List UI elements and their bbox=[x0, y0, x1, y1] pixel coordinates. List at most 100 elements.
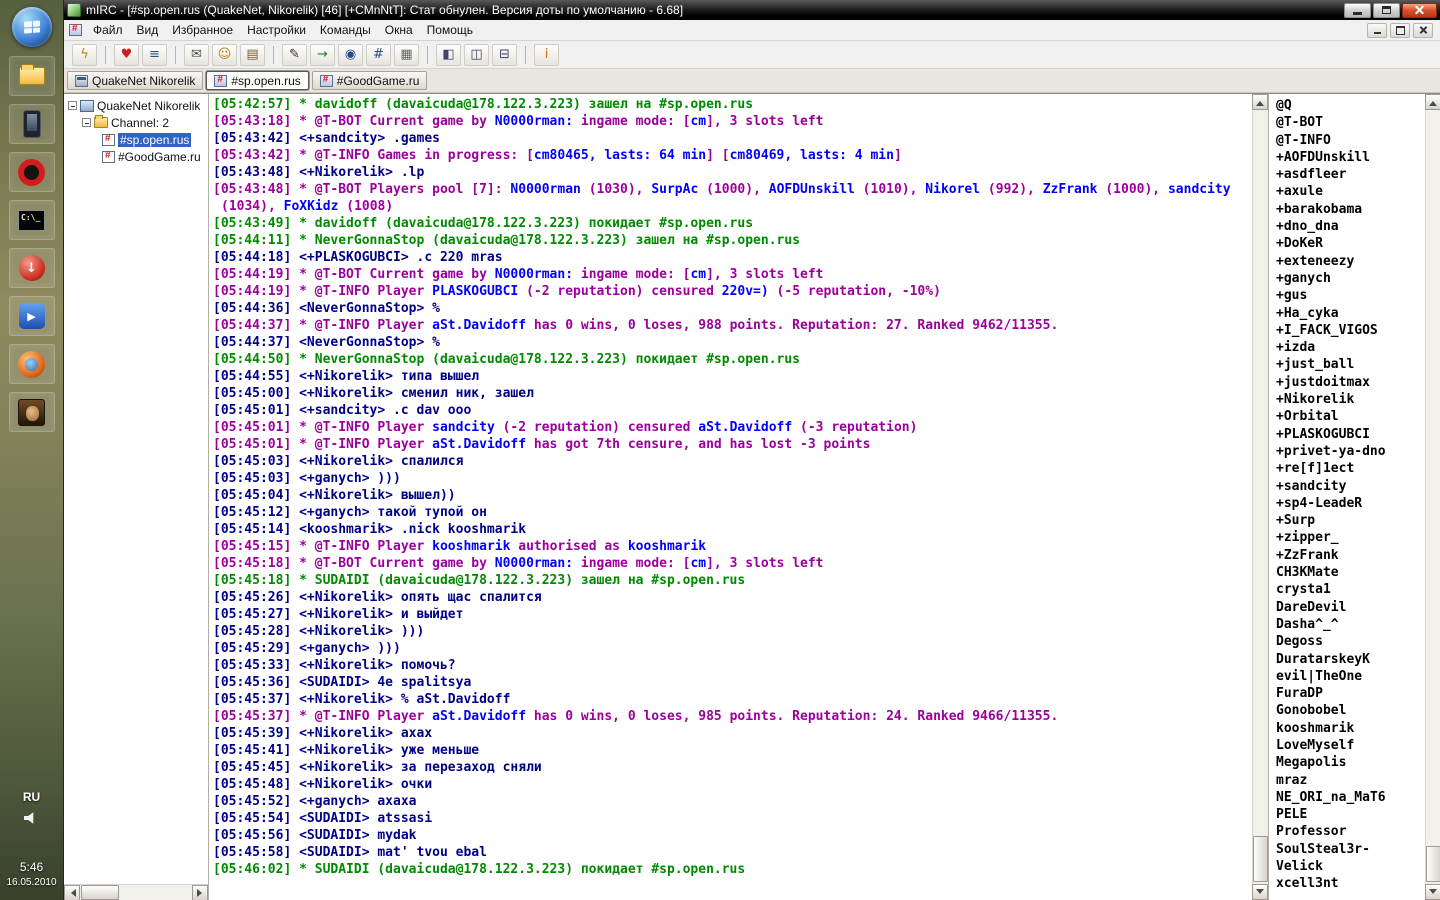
nicklist-item[interactable]: +Surp bbox=[1276, 512, 1425, 529]
taskbar-icon-browser[interactable] bbox=[8, 344, 55, 384]
nicklist-item[interactable]: +DoKeR bbox=[1276, 235, 1425, 252]
nicklist-item[interactable]: CH3KMate bbox=[1276, 564, 1425, 581]
nicklist-item[interactable]: +ganych bbox=[1276, 270, 1425, 287]
tree-item-network[interactable]: QuakeNet Nikorelik bbox=[68, 97, 208, 114]
nicklist-item[interactable]: +sp4-LeadeR bbox=[1276, 495, 1425, 512]
nicklist-item[interactable]: xcell3nt bbox=[1276, 875, 1425, 892]
nicklist-item[interactable]: +izda bbox=[1276, 339, 1425, 356]
notes-button[interactable]: ▦ bbox=[394, 43, 419, 66]
maximize-button[interactable] bbox=[1373, 2, 1400, 18]
nicklist-item[interactable]: +ZzFrank bbox=[1276, 547, 1425, 564]
nicklist-item[interactable]: +Ha_cyka bbox=[1276, 305, 1425, 322]
chat-scroll-down-button[interactable] bbox=[1252, 884, 1268, 900]
nicklist-item[interactable]: +privet-ya-dno bbox=[1276, 443, 1425, 460]
chat-scrollbar[interactable] bbox=[1252, 94, 1268, 900]
nicklist-item[interactable]: +just_ball bbox=[1276, 356, 1425, 373]
cascade-windows-button[interactable]: ◧ bbox=[436, 43, 461, 66]
menu-item[interactable]: Команды bbox=[313, 21, 378, 39]
minimize-button[interactable] bbox=[1344, 2, 1371, 18]
start-button[interactable] bbox=[11, 7, 52, 47]
favorites-button[interactable]: ♥ bbox=[114, 43, 139, 66]
help-button[interactable]: i bbox=[534, 43, 559, 66]
nicklist-item[interactable]: crysta1 bbox=[1276, 581, 1425, 598]
nicklist-item[interactable]: kooshmarik bbox=[1276, 720, 1425, 737]
channel-window-icon[interactable] bbox=[69, 23, 82, 36]
nicklist-item[interactable]: +barakobama bbox=[1276, 201, 1425, 218]
nicklist-scrollbar-thumb[interactable] bbox=[1426, 846, 1440, 882]
nicklist-scroll-down-button[interactable] bbox=[1425, 884, 1440, 900]
nicklist-item[interactable]: +Nikorelik bbox=[1276, 391, 1425, 408]
menu-item[interactable]: Избранное bbox=[165, 21, 240, 39]
nicklist-item[interactable]: DareDevil bbox=[1276, 599, 1425, 616]
nicklist-item[interactable]: LoveMyself bbox=[1276, 737, 1425, 754]
nicklist-item[interactable]: mraz bbox=[1276, 772, 1425, 789]
chat-message-area[interactable]: [05:42:57] * davidoff (davaicuda@178.122… bbox=[209, 94, 1252, 900]
nicklist-scroll-up-button[interactable] bbox=[1425, 94, 1440, 110]
tab-goodgame-ru[interactable]: #GoodGame.ru bbox=[311, 71, 428, 90]
scroll-right-button[interactable] bbox=[192, 885, 208, 900]
dcc-chat-button[interactable]: ◉ bbox=[338, 43, 363, 66]
mdi-minimize-button[interactable] bbox=[1367, 22, 1387, 38]
nicklist-item[interactable]: Gonobobel bbox=[1276, 702, 1425, 719]
nicklist-item[interactable]: @T-BOT bbox=[1276, 114, 1425, 131]
dcc-send-button[interactable]: → bbox=[310, 43, 335, 66]
nicklist-item[interactable]: +asdfleer bbox=[1276, 166, 1425, 183]
tree-item-channel[interactable]: #GoodGame.ru bbox=[102, 148, 208, 165]
mdi-close-button[interactable] bbox=[1413, 22, 1433, 38]
taskbar-icon-opera[interactable] bbox=[8, 152, 55, 192]
scroll-left-button[interactable] bbox=[64, 885, 80, 900]
nicklist-item[interactable]: +axule bbox=[1276, 183, 1425, 200]
expander-icon[interactable] bbox=[82, 118, 91, 127]
clock-date[interactable]: 16.05.2010 bbox=[6, 877, 56, 888]
nicklist-item[interactable]: +zipper_ bbox=[1276, 529, 1425, 546]
taskbar-icon-explorer[interactable] bbox=[8, 56, 55, 96]
nicklist-item[interactable]: evil|TheOne bbox=[1276, 668, 1425, 685]
nicklist-item[interactable]: +exteneezy bbox=[1276, 253, 1425, 270]
nicklist-item[interactable]: @T-INFO bbox=[1276, 132, 1425, 149]
clock-time[interactable]: 5:46 bbox=[20, 860, 43, 874]
tree-horizontal-scrollbar[interactable] bbox=[64, 884, 208, 900]
tab-quakenet-nikorelik[interactable]: QuakeNet Nikorelik bbox=[67, 71, 204, 90]
volume-icon[interactable] bbox=[24, 812, 34, 824]
address-book-button[interactable]: ▤ bbox=[240, 43, 265, 66]
nicklist-item[interactable]: +dno_dna bbox=[1276, 218, 1425, 235]
nicklist-item[interactable]: Dasha^_^ bbox=[1276, 616, 1425, 633]
taskbar-icon-game[interactable] bbox=[8, 392, 55, 432]
close-button[interactable] bbox=[1402, 2, 1437, 18]
taskbar-icon-device[interactable] bbox=[8, 104, 55, 144]
menu-item[interactable]: Вид bbox=[130, 21, 166, 39]
nicklist-item[interactable]: +justdoitmax bbox=[1276, 374, 1425, 391]
nicklist-scrollbar[interactable] bbox=[1425, 94, 1440, 900]
taskbar-icon-download-manager[interactable] bbox=[8, 248, 55, 288]
language-indicator[interactable]: RU bbox=[23, 790, 40, 804]
nicklist-item[interactable]: NE_ORI_na_MaT6 bbox=[1276, 789, 1425, 806]
nicklist-item[interactable]: FuraDP bbox=[1276, 685, 1425, 702]
tile-windows-vertically-button[interactable]: ⊟ bbox=[492, 43, 517, 66]
query-window-button[interactable]: ✉ bbox=[184, 43, 209, 66]
nicklist-item[interactable]: Professor bbox=[1276, 823, 1425, 840]
tile-windows-horizontally-button[interactable]: ◫ bbox=[464, 43, 489, 66]
nicklist-item[interactable]: +PLASKOGUBCI bbox=[1276, 426, 1425, 443]
nicklist-item[interactable]: PELE bbox=[1276, 806, 1425, 823]
nicklist-item[interactable]: Degoss bbox=[1276, 633, 1425, 650]
nicklist-item[interactable]: Velick bbox=[1276, 858, 1425, 875]
menu-item[interactable]: Окна bbox=[378, 21, 420, 39]
menu-item[interactable]: Помощь bbox=[420, 21, 480, 39]
tree-item-channel[interactable]: #sp.open.rus bbox=[102, 131, 208, 148]
channels-list-button[interactable]: ≡ bbox=[142, 43, 167, 66]
nicklist-item[interactable]: Megapolis bbox=[1276, 754, 1425, 771]
tab-sp-open-rus[interactable]: #sp.open.rus bbox=[206, 71, 309, 90]
chat-scroll-up-button[interactable] bbox=[1252, 94, 1268, 110]
nicklist-item[interactable]: +gus bbox=[1276, 287, 1425, 304]
scripts-editor-button[interactable]: ✎ bbox=[282, 43, 307, 66]
mirc-app-icon[interactable] bbox=[67, 3, 81, 17]
nicklist-item[interactable]: +sandcity bbox=[1276, 478, 1425, 495]
nicklist-item[interactable]: @Q bbox=[1276, 97, 1425, 114]
menu-item[interactable]: Файл bbox=[86, 21, 130, 39]
taskbar-icon-media-player[interactable] bbox=[8, 296, 55, 336]
notify-list-button[interactable]: ☺ bbox=[212, 43, 237, 66]
menu-item[interactable]: Настройки bbox=[240, 21, 313, 39]
expander-icon[interactable] bbox=[68, 101, 77, 110]
tree-item-channels-folder[interactable]: Channel: 2 bbox=[82, 114, 208, 131]
taskbar-icon-command-prompt[interactable] bbox=[8, 200, 55, 240]
